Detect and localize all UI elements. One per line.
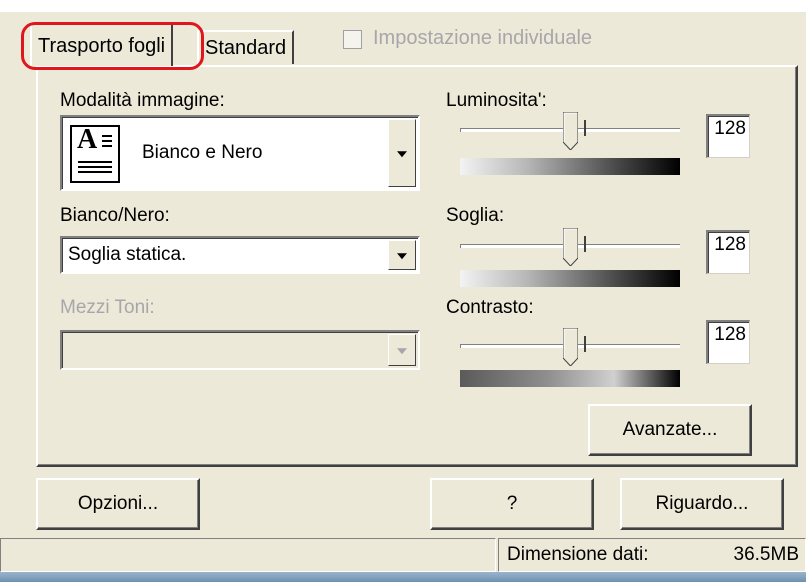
help-button[interactable]: ? xyxy=(430,478,594,530)
brightness-slider-thumb[interactable] xyxy=(563,112,578,150)
halftone-label: Mezzi Toni: xyxy=(60,297,155,318)
brightness-gradient-bar xyxy=(460,158,680,175)
threshold-center-tick xyxy=(584,236,586,252)
contrast-gradient-bar xyxy=(460,370,680,387)
data-size-label: Dimensione dati: xyxy=(507,544,649,565)
black-white-dropdown-button[interactable] xyxy=(388,240,416,270)
contrast-value-field[interactable]: 128 xyxy=(706,320,750,364)
brightness-label: Luminosita': xyxy=(446,90,547,111)
contrast-center-tick xyxy=(584,336,586,352)
threshold-value-field[interactable]: 128 xyxy=(706,230,750,274)
brightness-value-field[interactable]: 128 xyxy=(706,114,750,158)
preview-button[interactable]: Riguardo... xyxy=(620,478,784,530)
threshold-gradient-bar xyxy=(460,270,680,287)
chevron-down-icon xyxy=(397,253,407,260)
contrast-label: Contrasto: xyxy=(446,297,534,318)
tab-trasporto-fogli[interactable]: Trasporto fogli xyxy=(30,22,174,66)
threshold-slider-thumb[interactable] xyxy=(563,228,578,266)
text-document-icon: A xyxy=(70,125,120,183)
options-button[interactable]: Opzioni... xyxy=(36,478,200,530)
black-white-combo[interactable]: Soglia statica. xyxy=(60,236,420,274)
individual-setting-checkbox[interactable] xyxy=(343,30,362,49)
advanced-button[interactable]: Avanzate... xyxy=(588,404,752,456)
tab-standard[interactable]: Standard xyxy=(197,30,295,64)
image-mode-dropdown-button[interactable] xyxy=(388,119,416,187)
halftone-dropdown-button[interactable] xyxy=(388,334,416,366)
window-top-strip xyxy=(0,0,806,12)
black-white-label: Bianco/Nero: xyxy=(60,205,170,226)
image-mode-label: Modalità immagine: xyxy=(60,90,225,111)
halftone-combo[interactable] xyxy=(60,330,420,370)
contrast-slider-thumb[interactable] xyxy=(563,328,578,366)
status-bar-data-size-cell: Dimensione dati: 36.5MB xyxy=(498,538,806,572)
chevron-down-icon xyxy=(397,348,407,355)
status-bar-empty-cell xyxy=(0,538,496,572)
brightness-center-tick xyxy=(584,120,586,136)
image-mode-combo[interactable]: A Bianco e Nero xyxy=(60,115,420,191)
threshold-label: Soglia: xyxy=(446,205,505,226)
black-white-value: Soglia statica. xyxy=(68,244,187,265)
individual-setting-label: Impostazione individuale xyxy=(373,27,593,49)
window-bottom-strip xyxy=(0,572,806,582)
data-size-value: 36.5MB xyxy=(733,544,799,565)
image-mode-value: Bianco e Nero xyxy=(142,142,263,163)
chevron-down-icon xyxy=(397,151,407,158)
